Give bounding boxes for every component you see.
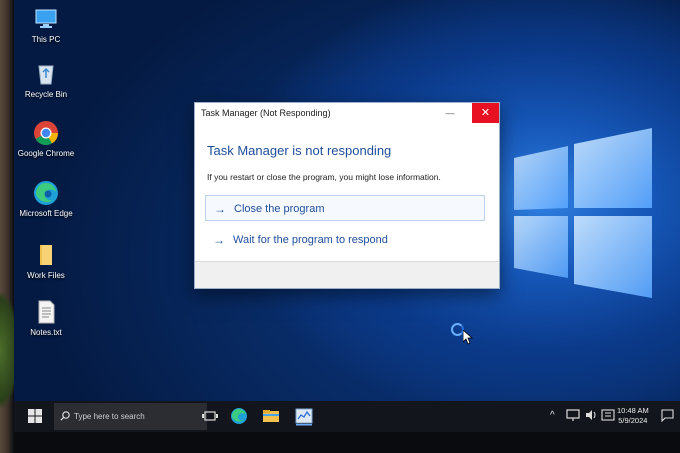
close-program-option[interactable]: → Close the program [205,195,485,221]
computer-icon [35,9,57,28]
desktop-icon-notes-txt[interactable]: Notes.txt [14,299,78,338]
desktop-icon-google-chrome[interactable]: Google Chrome [14,120,78,159]
arrow-right-icon: → [213,233,225,247]
folder-icon [40,245,52,265]
file-explorer-icon[interactable] [261,406,281,426]
language-icon[interactable] [601,408,615,422]
monitor-bezel [14,432,680,453]
windows-logo-wallpaper [514,128,652,298]
dialog-body: Task Manager is not responding If you re… [195,123,499,261]
dialog-titlebar[interactable]: Task Manager (Not Responding) — ✕ [195,103,499,123]
chrome-icon [34,121,58,146]
taskbar: Type here to search ^ 10:48 AM 5/9/2024 [14,401,680,432]
edge-taskbar-icon[interactable] [229,406,249,426]
task-view-button[interactable] [200,406,220,426]
desktop-icon-this-pc[interactable]: This PC [14,6,78,45]
desktop-icon-label: Recycle Bin [24,90,68,99]
option-label: Close the program [234,203,325,215]
recycle-bin-icon [38,65,54,85]
network-icon[interactable] [566,408,580,422]
dialog-title: Task Manager (Not Responding) [201,108,331,118]
desktop-icon-label: This PC [31,35,61,44]
dialog-heading: Task Manager is not responding [207,143,392,158]
dialog-footer [195,261,499,288]
desktop-icon-label: Work Files [27,271,65,280]
search-icon [60,411,70,421]
show-hidden-icons-chevron-icon[interactable]: ^ [550,410,555,421]
desktop-icon-work-files[interactable]: Work Files [14,242,78,281]
wait-for-program-option[interactable]: → Wait for the program to respond [205,227,485,253]
mouse-pointer-icon [463,330,473,345]
clock-time: 10:48 AM [617,406,649,415]
close-button[interactable]: ✕ [472,103,499,123]
clock-date: 5/9/2024 [618,416,648,425]
arrow-right-icon: → [214,202,226,216]
desktop-icon-recycle-bin[interactable]: Recycle Bin [14,61,78,100]
not-responding-dialog: Task Manager (Not Responding) — ✕ Task M… [194,102,500,289]
taskbar-search-box[interactable]: Type here to search [54,403,207,430]
minimize-button[interactable]: — [439,103,461,123]
text-file-icon [38,300,55,324]
start-button[interactable] [28,409,42,423]
task-manager-taskbar-icon[interactable] [294,406,314,426]
desktop-icon-microsoft-edge[interactable]: Microsoft Edge [14,180,78,219]
desktop-icon-label: Google Chrome [17,149,75,158]
notifications-icon[interactable] [661,409,674,422]
desktop-icon-label: Microsoft Edge [19,209,73,218]
volume-icon[interactable] [584,408,598,422]
edge-icon [34,181,58,205]
desktop-icon-label: Notes.txt [30,328,62,337]
search-placeholder: Type here to search [74,412,145,421]
system-clock[interactable]: 10:48 AM 5/9/2024 [617,406,649,426]
dialog-message: If you restart or close the program, you… [207,172,441,182]
option-label: Wait for the program to respond [233,234,388,246]
